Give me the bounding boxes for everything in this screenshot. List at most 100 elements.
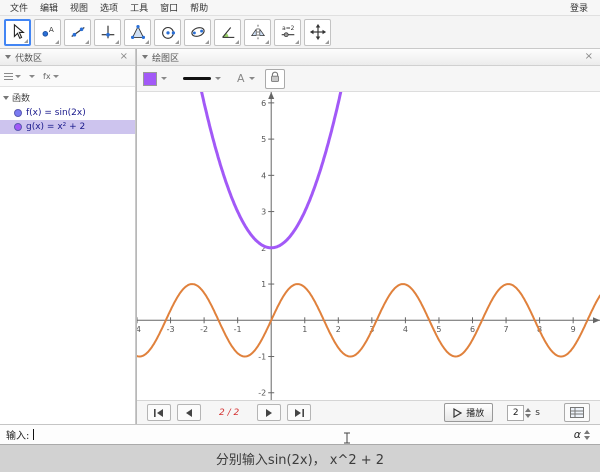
skip-end-icon (293, 408, 305, 418)
chevron-down-icon[interactable] (161, 77, 167, 80)
circle-tool-button[interactable] (154, 19, 181, 46)
sort-objects-dropdown[interactable] (4, 73, 21, 80)
polygon-icon (129, 23, 147, 41)
label-style-button[interactable]: A (237, 72, 245, 85)
menu-bar: 文件 编辑 视图 选项 工具 窗口 帮助 登录 (0, 0, 600, 16)
ellipse-icon (189, 23, 207, 41)
input-bar: 输入: α (0, 424, 600, 444)
chevron-down-icon (53, 75, 59, 78)
symbol-down-icon (584, 436, 590, 440)
svg-text:-2: -2 (200, 325, 208, 334)
protocol-grid-icon (570, 407, 584, 418)
go-to-last-button[interactable] (287, 404, 311, 421)
command-input[interactable] (38, 428, 569, 442)
svg-text:9: 9 (571, 325, 576, 334)
svg-text:5: 5 (436, 325, 441, 334)
collapse-arrow-icon[interactable] (5, 55, 11, 59)
chevron-down-icon[interactable] (215, 77, 221, 80)
visibility-dot-g[interactable] (14, 123, 22, 131)
menu-view[interactable]: 视图 (64, 1, 94, 14)
menu-window[interactable]: 窗口 (154, 1, 184, 14)
menu-help[interactable]: 帮助 (184, 1, 214, 14)
menu-edit[interactable]: 编辑 (34, 1, 64, 14)
speed-increase-icon[interactable] (525, 408, 531, 412)
algebra-stylebar: fx (0, 66, 135, 87)
alpha-symbol: α (574, 428, 581, 441)
chevron-down-icon[interactable] (249, 77, 255, 80)
construction-protocol-button[interactable] (564, 403, 590, 422)
angle-tool-button[interactable] (214, 19, 241, 46)
svg-text:6: 6 (261, 99, 266, 108)
slider-tool-button[interactable]: a=2 (274, 19, 301, 46)
menu-tools[interactable]: 工具 (124, 1, 154, 14)
sign-in-button[interactable]: 登录 (562, 1, 596, 14)
svg-text:4: 4 (261, 171, 266, 180)
chevron-down-icon (15, 75, 21, 78)
point-tool-button[interactable]: A (34, 19, 61, 46)
lock-object-button[interactable] (265, 69, 285, 89)
skip-start-icon (153, 408, 165, 418)
graphics-canvas[interactable]: -4-3-2-1123456789-2-1123456 (137, 92, 600, 400)
play-button[interactable]: 播放 (444, 403, 493, 422)
svg-text:4: 4 (403, 325, 408, 334)
svg-text:-1: -1 (258, 353, 266, 362)
graphics-close-icon[interactable]: × (583, 52, 595, 62)
line-icon (69, 23, 87, 41)
move-graphics-view-tool-button[interactable] (304, 19, 331, 46)
symbol-dropdown[interactable]: α (574, 428, 594, 441)
visibility-dot-f[interactable] (14, 109, 22, 117)
svg-text:-4: -4 (137, 325, 141, 334)
graphics-view-panel: 绘图区 × A -4-3-2-1123456789-2-1123456 (137, 49, 600, 424)
main-area: 代数区 × fx 函数 f(x) = sin(2x) g(x (0, 49, 600, 424)
menu-file[interactable]: 文件 (4, 1, 34, 14)
tree-group-label: 函数 (12, 91, 30, 104)
algebra-item-g[interactable]: g(x) = x² + 2 (0, 120, 135, 134)
reflect-tool-button[interactable] (244, 19, 271, 46)
svg-text:-1: -1 (234, 325, 242, 334)
line-tool-button[interactable] (64, 19, 91, 46)
graphics-panel-title: 绘图区 (152, 51, 179, 64)
line-style-sample[interactable] (183, 77, 211, 80)
color-swatch[interactable] (143, 72, 157, 86)
reflect-icon (249, 23, 267, 41)
algebra-item-f[interactable]: f(x) = sin(2x) (0, 106, 135, 120)
step-forward-icon (264, 408, 274, 418)
speed-unit-label: s (535, 408, 540, 418)
play-icon (453, 408, 462, 418)
move-tool-button[interactable] (4, 19, 31, 46)
tree-collapse-icon (3, 96, 9, 100)
angle-icon (219, 23, 237, 41)
toolbar: A a=2 (0, 16, 600, 49)
point-icon: A (39, 23, 57, 41)
algebra-item-g-label: g(x) = x² + 2 (26, 122, 85, 132)
speed-decrease-icon[interactable] (525, 414, 531, 418)
algebra-close-icon[interactable]: × (118, 52, 130, 62)
perpendicular-line-icon (99, 23, 117, 41)
go-to-first-button[interactable] (147, 404, 171, 421)
ellipse-tool-button[interactable] (184, 19, 211, 46)
collapse-arrow-icon[interactable] (142, 55, 148, 59)
graphics-stylebar: A (137, 66, 600, 92)
auxiliary-objects-dropdown[interactable] (29, 75, 35, 78)
construction-navigation-bar: 2 / 2 播放 2 s (137, 400, 600, 424)
algebra-panel-title: 代数区 (15, 51, 42, 64)
perpendicular-line-tool-button[interactable] (94, 19, 121, 46)
sort-icon (4, 73, 13, 80)
svg-text:5: 5 (261, 135, 266, 144)
speed-value[interactable]: 2 (507, 405, 524, 421)
geogebra-window: 文件 编辑 视图 选项 工具 窗口 帮助 登录 A (0, 0, 600, 445)
menu-options[interactable]: 选项 (94, 1, 124, 14)
algebra-object-tree: 函数 f(x) = sin(2x) g(x) = x² + 2 (0, 87, 135, 424)
graphics-panel-header: 绘图区 × (137, 49, 600, 66)
svg-text:a=2: a=2 (282, 26, 294, 32)
move-cursor-icon (9, 23, 27, 41)
polygon-tool-button[interactable] (124, 19, 151, 46)
fx-style-dropdown[interactable]: fx (43, 72, 59, 81)
step-forward-button[interactable] (257, 404, 281, 421)
slider-icon: a=2 (279, 23, 297, 41)
fx-label: fx (43, 72, 51, 81)
speed-spinner: 2 s (507, 405, 540, 421)
svg-text:A: A (48, 25, 53, 34)
tree-group-functions[interactable]: 函数 (0, 89, 135, 106)
step-back-button[interactable] (177, 404, 201, 421)
